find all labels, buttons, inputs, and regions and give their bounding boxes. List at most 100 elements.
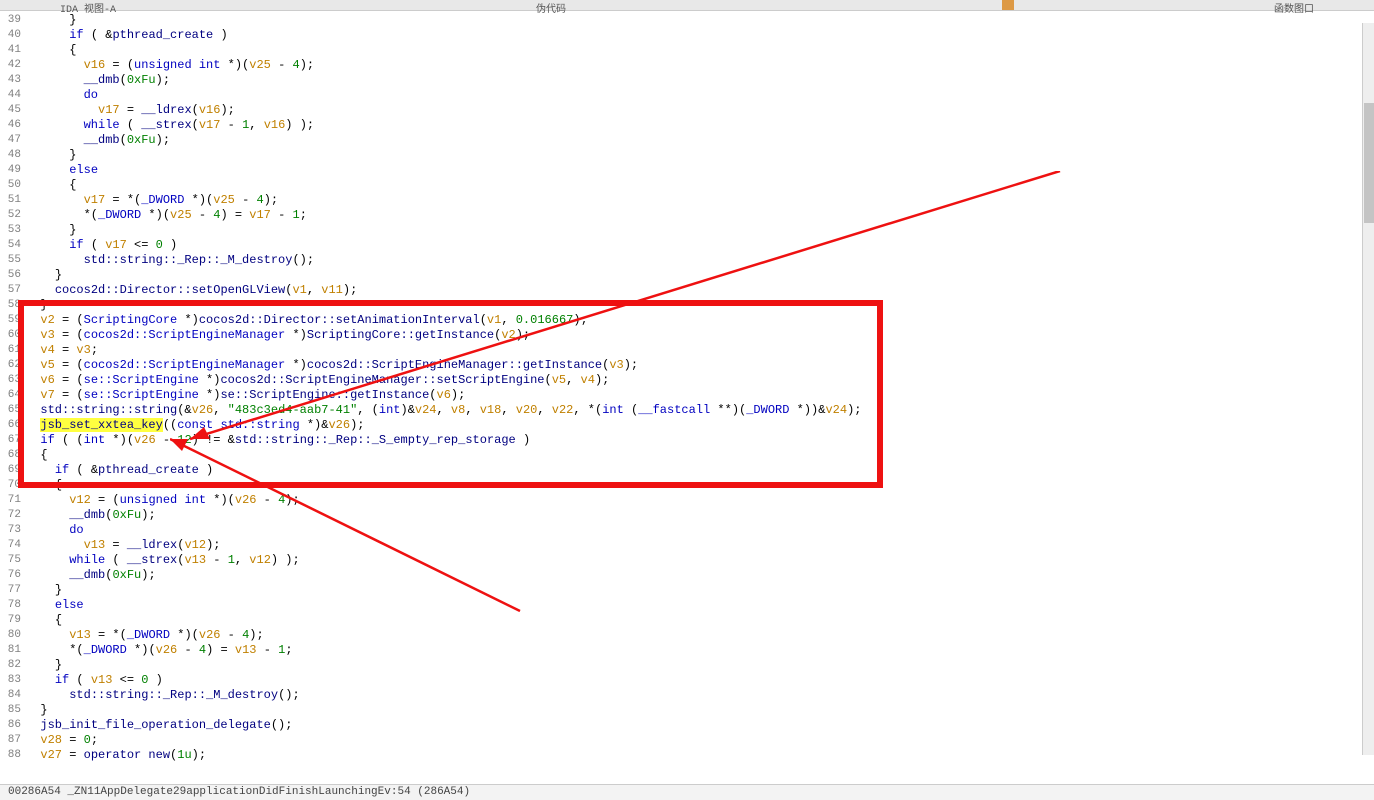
line-number: 62: [0, 358, 24, 373]
tab-ida-view[interactable]: IDA 视图-A: [0, 0, 176, 10]
line-number: 86: [0, 718, 24, 733]
code-line[interactable]: }: [26, 268, 1362, 283]
code-line[interactable]: __dmb(0xFu);: [26, 508, 1362, 523]
code-line[interactable]: std::string::string(&v26, "483c3ed4-aab7…: [26, 403, 1362, 418]
code-line[interactable]: {: [26, 43, 1362, 58]
line-number: 54: [0, 238, 24, 253]
code-line[interactable]: while ( __strex(v13 - 1, v12) );: [26, 553, 1362, 568]
code-line[interactable]: {: [26, 448, 1362, 463]
code-line[interactable]: std::string::_Rep::_M_destroy();: [26, 688, 1362, 703]
code-line[interactable]: v17 = *(_DWORD *)(v25 - 4);: [26, 193, 1362, 208]
code-line[interactable]: v16 = (unsigned int *)(v25 - 4);: [26, 58, 1362, 73]
line-number: 59: [0, 313, 24, 328]
line-number: 49: [0, 163, 24, 178]
status-text: 00286A54 _ZN11AppDelegate29applicationDi…: [8, 786, 470, 798]
code-line[interactable]: }: [26, 13, 1362, 28]
line-number: 47: [0, 133, 24, 148]
code-line[interactable]: }: [26, 658, 1362, 673]
line-gutter: 3940414243444546474849505152535455565758…: [0, 11, 24, 763]
line-number: 63: [0, 373, 24, 388]
code-line[interactable]: if ( v13 <= 0 ): [26, 673, 1362, 688]
code-line[interactable]: if ( v17 <= 0 ): [26, 238, 1362, 253]
code-line[interactable]: if ( &pthread_create ): [26, 28, 1362, 43]
code-line[interactable]: v17 = __ldrex(v16);: [26, 103, 1362, 118]
scrollbar-thumb[interactable]: [1364, 103, 1374, 223]
code-line[interactable]: v27 = operator new(1u);: [26, 748, 1362, 763]
line-number: 84: [0, 688, 24, 703]
code-line[interactable]: v4 = v3;: [26, 343, 1362, 358]
code-line[interactable]: {: [26, 613, 1362, 628]
line-number: 78: [0, 598, 24, 613]
line-number: 72: [0, 508, 24, 523]
line-number: 80: [0, 628, 24, 643]
code-line[interactable]: if ( &pthread_create ): [26, 463, 1362, 478]
line-number: 71: [0, 493, 24, 508]
line-number: 44: [0, 88, 24, 103]
code-line[interactable]: }: [26, 223, 1362, 238]
line-number: 81: [0, 643, 24, 658]
line-number: 55: [0, 253, 24, 268]
line-number: 53: [0, 223, 24, 238]
code-line[interactable]: jsb_set_xxtea_key((const std::string *)&…: [26, 418, 1362, 433]
line-number: 75: [0, 553, 24, 568]
close-icon[interactable]: [1002, 0, 1014, 10]
code-viewport: 3940414243444546474849505152535455565758…: [0, 11, 1374, 771]
code-line[interactable]: while ( __strex(v17 - 1, v16) );: [26, 118, 1362, 133]
line-number: 87: [0, 733, 24, 748]
code-line[interactable]: v2 = (ScriptingCore *)cocos2d::Director:…: [26, 313, 1362, 328]
line-number: 42: [0, 58, 24, 73]
code-line[interactable]: else: [26, 598, 1362, 613]
line-number: 61: [0, 343, 24, 358]
code-line[interactable]: {: [26, 178, 1362, 193]
line-number: 76: [0, 568, 24, 583]
code-line[interactable]: v7 = (se::ScriptEngine *)se::ScriptEngin…: [26, 388, 1362, 403]
code-line[interactable]: if ( (int *)(v26 - 12) != &std::string::…: [26, 433, 1362, 448]
code-line[interactable]: do: [26, 523, 1362, 538]
code-line[interactable]: std::string::_Rep::_M_destroy();: [26, 253, 1362, 268]
code-line[interactable]: v3 = (cocos2d::ScriptEngineManager *)Scr…: [26, 328, 1362, 343]
line-number: 48: [0, 148, 24, 163]
line-number: 64: [0, 388, 24, 403]
line-number: 88: [0, 748, 24, 763]
tab-pseudo[interactable]: 伪代码: [476, 0, 626, 10]
line-number: 41: [0, 43, 24, 58]
line-number: 60: [0, 328, 24, 343]
code-line[interactable]: v13 = *(_DWORD *)(v26 - 4);: [26, 628, 1362, 643]
line-number: 45: [0, 103, 24, 118]
code-line[interactable]: }: [26, 148, 1362, 163]
code-line[interactable]: }: [26, 298, 1362, 313]
line-number: 50: [0, 178, 24, 193]
code-line[interactable]: v12 = (unsigned int *)(v26 - 4);: [26, 493, 1362, 508]
line-number: 83: [0, 673, 24, 688]
code-line[interactable]: }: [26, 583, 1362, 598]
line-number: 82: [0, 658, 24, 673]
code-line[interactable]: else: [26, 163, 1362, 178]
line-number: 68: [0, 448, 24, 463]
code-line[interactable]: v13 = __ldrex(v12);: [26, 538, 1362, 553]
code-line[interactable]: }: [26, 703, 1362, 718]
code-line[interactable]: __dmb(0xFu);: [26, 73, 1362, 88]
code-line[interactable]: {: [26, 478, 1362, 493]
vertical-scrollbar[interactable]: [1362, 23, 1374, 755]
code-line[interactable]: cocos2d::Director::setOpenGLView(v1, v11…: [26, 283, 1362, 298]
code-line[interactable]: *(_DWORD *)(v25 - 4) = v17 - 1;: [26, 208, 1362, 223]
code-line[interactable]: do: [26, 88, 1362, 103]
line-number: 85: [0, 703, 24, 718]
code-line[interactable]: v6 = (se::ScriptEngine *)cocos2d::Script…: [26, 373, 1362, 388]
code-line[interactable]: v5 = (cocos2d::ScriptEngineManager *)coc…: [26, 358, 1362, 373]
line-number: 70: [0, 478, 24, 493]
code-line[interactable]: v28 = 0;: [26, 733, 1362, 748]
line-number: 65: [0, 403, 24, 418]
tab-funcgraph[interactable]: 函数图口: [1214, 0, 1374, 10]
code-line[interactable]: *(_DWORD *)(v26 - 4) = v13 - 1;: [26, 643, 1362, 658]
code-area[interactable]: } if ( &pthread_create ) { v16 = (unsign…: [26, 13, 1362, 763]
code-line[interactable]: __dmb(0xFu);: [26, 133, 1362, 148]
line-number: 57: [0, 283, 24, 298]
code-line[interactable]: __dmb(0xFu);: [26, 568, 1362, 583]
line-number: 74: [0, 538, 24, 553]
line-number: 46: [0, 118, 24, 133]
line-number: 56: [0, 268, 24, 283]
code-line[interactable]: jsb_init_file_operation_delegate();: [26, 718, 1362, 733]
status-bar: 00286A54 _ZN11AppDelegate29applicationDi…: [0, 784, 1374, 800]
line-number: 40: [0, 28, 24, 43]
